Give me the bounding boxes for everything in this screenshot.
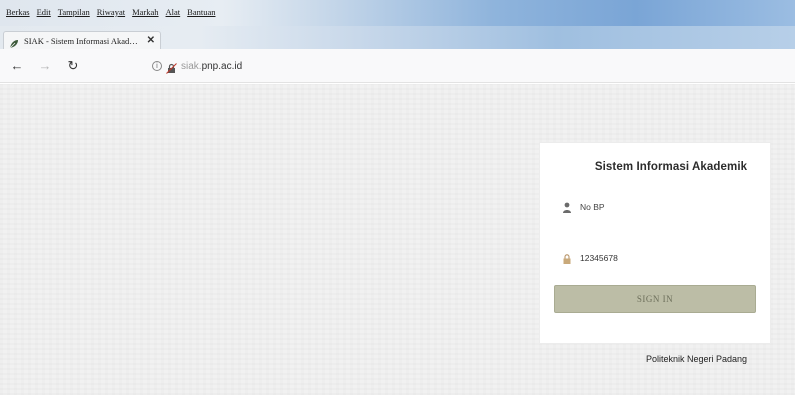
menu-alat[interactable]: Alat [166,7,181,17]
username-input[interactable] [580,202,740,212]
login-title: Sistem Informasi Akademik [594,161,748,173]
navigation-bar: ← → ↻ i siak.pnp.ac.id [0,49,795,83]
back-icon[interactable]: ← [6,55,28,77]
lock-icon [562,252,572,264]
url-bar[interactable]: i siak.pnp.ac.id [152,58,452,74]
menu-bar: Berkas Edit Tampilan Riwayat Markah Alat… [0,0,795,26]
url-domain: pnp.ac.id [201,60,243,72]
menu-bantuan[interactable]: Bantuan [187,7,215,17]
tab-siak[interactable]: SIAK - Sistem Informasi Akad… ✕ [3,31,161,49]
menu-tampilan[interactable]: Tampilan [58,7,90,17]
menu-berkas[interactable]: Berkas [6,7,30,17]
url-subdomain: siak. [181,60,202,72]
browser-window: Berkas Edit Tampilan Riwayat Markah Alat… [0,0,795,395]
menu-edit[interactable]: Edit [37,7,51,17]
page-content: Sistem Informasi Akademik No BP 12345678… [0,84,795,395]
password-input[interactable] [580,253,740,263]
tab-title: SIAK - Sistem Informasi Akad… [24,35,138,46]
password-field[interactable] [562,247,752,269]
sign-in-button[interactable]: SIGN IN [554,285,756,313]
info-icon[interactable]: i [152,61,162,71]
close-icon[interactable]: ✕ [147,35,155,46]
footer-institution: Politeknik Negeri Padang [646,354,748,364]
reload-icon[interactable]: ↻ [62,55,84,77]
user-icon [562,201,572,213]
menu-markah[interactable]: Markah [132,7,158,17]
menu-riwayat[interactable]: Riwayat [97,7,125,17]
username-field[interactable] [562,196,752,218]
url-text[interactable]: siak.pnp.ac.id [181,61,242,72]
tab-strip: SIAK - Sistem Informasi Akad… ✕ [0,26,795,49]
lock-icon[interactable] [166,61,177,74]
leaf-icon [9,36,19,48]
forward-icon[interactable]: → [34,55,56,77]
login-card: Sistem Informasi Akademik No BP 12345678… [539,142,771,344]
